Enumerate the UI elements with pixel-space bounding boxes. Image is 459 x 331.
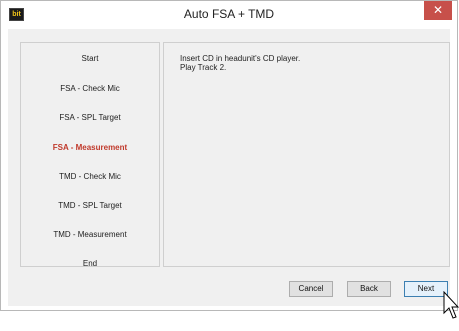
title-bar[interactable]: bit Auto FSA + TMD ✕: [1, 1, 457, 29]
next-button[interactable]: Next: [404, 281, 448, 297]
step-fsa-check-mic: FSA - Check Mic: [60, 84, 120, 93]
instruction-line-2: Play Track 2.: [180, 63, 227, 72]
instructions-panel: Insert CD in headunit's CD player. Play …: [163, 42, 450, 267]
mouse-pointer-icon: [443, 291, 459, 319]
steps-panel: Start FSA - Check Mic FSA - SPL Target F…: [20, 42, 160, 268]
instruction-text: Insert CD in headunit's CD player. Play …: [180, 54, 300, 72]
client-area: Start FSA - Check Mic FSA - SPL Target F…: [8, 29, 450, 306]
step-fsa-measurement: FSA - Measurement: [52, 143, 128, 152]
window-title: Auto FSA + TMD: [183, 7, 275, 21]
step-tmd-measurement: TMD - Measurement: [53, 230, 127, 239]
close-button[interactable]: ✕: [424, 1, 452, 20]
back-button[interactable]: Back: [347, 281, 391, 297]
wizard-window: bit Auto FSA + TMD ✕ Start FSA - Check M…: [0, 0, 458, 311]
step-tmd-spl-target: TMD - SPL Target: [58, 201, 122, 210]
cancel-button[interactable]: Cancel: [289, 281, 333, 297]
step-fsa-spl-target: FSA - SPL Target: [59, 113, 121, 122]
instruction-line-1: Insert CD in headunit's CD player.: [180, 54, 301, 63]
step-end: End: [82, 259, 98, 268]
step-start: Start: [81, 54, 99, 63]
step-tmd-check-mic: TMD - Check Mic: [59, 172, 121, 181]
